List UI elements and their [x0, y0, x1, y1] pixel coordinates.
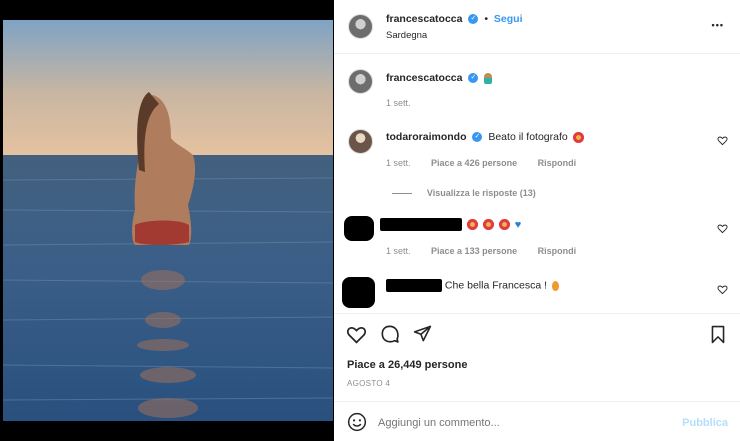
comment-likes[interactable]: Piace a 133 persone	[431, 246, 517, 256]
comment-meta: 1 sett. Piace a 426 persone Rispondi	[386, 158, 594, 168]
publish-button[interactable]: Pubblica	[682, 417, 728, 429]
verified-badge-icon: ✓	[472, 132, 483, 143]
redacted-username	[386, 279, 442, 292]
comment-meta: 1 sett. Piace a 133 persone Rispondi	[386, 246, 594, 256]
comment-time: 1 sett.	[386, 158, 411, 168]
heart-eyes-emoji-icon	[498, 219, 510, 230]
redacted-username	[380, 218, 462, 231]
fire-emoji-icon	[551, 280, 559, 291]
post-date[interactable]: AGOSTO 4	[347, 379, 390, 388]
actions-divider	[334, 313, 740, 314]
composer-divider	[334, 401, 740, 402]
comment-text: Che bella Francesca !	[444, 279, 548, 292]
post-photo[interactable]	[3, 20, 333, 421]
verified-badge-icon: ✓	[468, 14, 479, 25]
view-replies[interactable]: Visualizza le risposte (13)	[392, 187, 536, 199]
caption-username[interactable]: francescatocca	[386, 72, 462, 84]
separator-dot: •	[484, 13, 488, 25]
save-bookmark-icon[interactable]	[710, 325, 726, 344]
heart-eyes-emoji-icon	[572, 131, 584, 143]
mermaid-emoji-icon	[484, 72, 493, 84]
comment: ♥	[380, 218, 521, 231]
share-paper-plane-icon[interactable]	[413, 324, 432, 343]
verified-badge-icon: ✓	[468, 73, 479, 84]
comment-avatar[interactable]	[342, 277, 375, 308]
author-username[interactable]: francescatocca	[386, 13, 462, 25]
replies-line	[392, 192, 412, 194]
comment-avatar[interactable]	[344, 216, 374, 241]
post-location[interactable]: Sardegna	[386, 30, 427, 41]
comment-text: Beato il fotografo	[488, 131, 568, 143]
comment-like-heart-icon[interactable]	[717, 223, 728, 234]
comment-time: 1 sett.	[386, 246, 411, 256]
caption: francescatocca ✓	[386, 72, 493, 84]
follow-button[interactable]: Segui	[494, 13, 523, 25]
comment-like-heart-icon[interactable]	[717, 135, 728, 146]
post-side-panel: francescatocca ✓ • Segui Sardegna ••• fr…	[334, 0, 740, 441]
header-divider	[334, 53, 740, 54]
reply-button[interactable]: Rispondi	[538, 158, 577, 168]
photo-sea-woman	[3, 20, 333, 421]
reply-button[interactable]: Rispondi	[538, 246, 577, 256]
more-options-icon[interactable]: •••	[712, 20, 724, 30]
comment-bubble-icon[interactable]	[380, 324, 400, 344]
total-likes[interactable]: Piace a 26,449 persone	[347, 359, 467, 371]
comment-avatar[interactable]	[348, 129, 373, 154]
heart-eyes-emoji-icon	[466, 219, 478, 230]
heart-eyes-emoji-icon	[482, 219, 494, 230]
post-header: francescatocca ✓ • Segui	[386, 13, 523, 25]
comment-like-heart-icon[interactable]	[717, 284, 728, 295]
like-heart-icon[interactable]	[346, 324, 367, 345]
screenshot-frame: francescatocca ✓ • Segui Sardegna ••• fr…	[0, 0, 740, 441]
blue-heart-emoji-icon: ♥	[514, 218, 522, 231]
comment-likes[interactable]: Piace a 426 persone	[431, 158, 517, 168]
comment-input[interactable]	[378, 414, 668, 432]
author-avatar[interactable]	[348, 14, 373, 39]
caption-avatar[interactable]	[348, 69, 373, 94]
emoji-smiley-icon[interactable]	[347, 412, 367, 432]
view-replies-label[interactable]: Visualizza le risposte (13)	[427, 188, 536, 198]
comment: Che bella Francesca !	[386, 279, 559, 292]
comment: todaroraimondo ✓ Beato il fotografo	[386, 131, 584, 143]
comment-username[interactable]: todaroraimondo	[386, 131, 467, 143]
caption-time: 1 sett.	[386, 98, 411, 108]
